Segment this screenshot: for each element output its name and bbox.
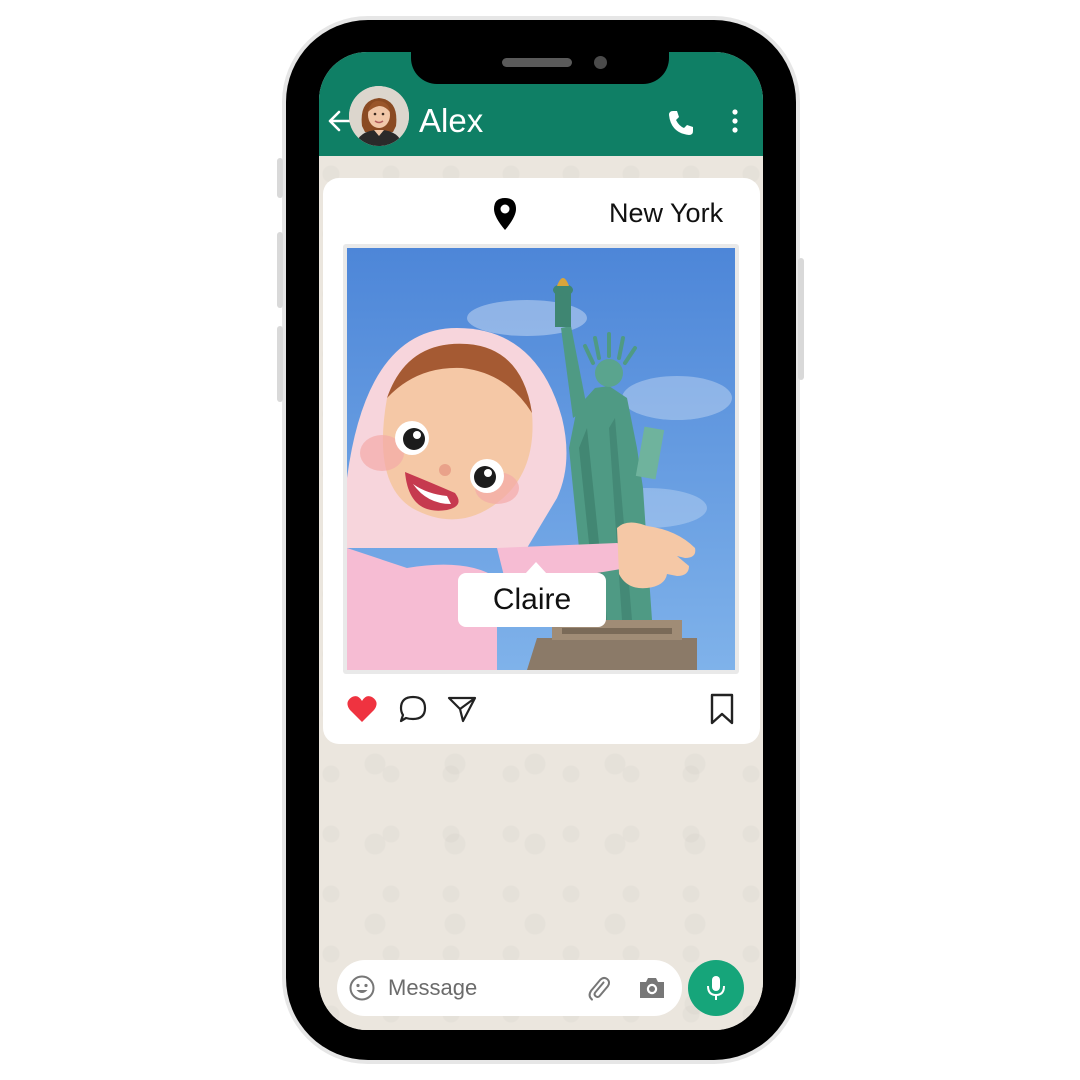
front-camera	[594, 56, 607, 69]
mic-button[interactable]	[688, 960, 744, 1016]
volume-up-button	[277, 232, 283, 308]
volume-down-button	[277, 326, 283, 402]
location-label[interactable]: New York	[609, 196, 723, 230]
attach-icon[interactable]	[584, 974, 612, 1002]
camera-icon[interactable]	[637, 974, 667, 1002]
notch	[411, 20, 669, 84]
share-icon[interactable]	[446, 694, 478, 724]
heart-icon[interactable]	[346, 694, 378, 724]
location-pin-icon	[494, 198, 516, 230]
mute-switch	[277, 158, 283, 198]
emoji-icon[interactable]	[348, 974, 376, 1002]
bookmark-icon[interactable]	[708, 692, 736, 726]
avatar[interactable]	[349, 86, 409, 146]
more-vert-icon[interactable]	[728, 108, 742, 136]
message-input[interactable]	[388, 972, 568, 1004]
comment-icon[interactable]	[398, 694, 428, 724]
person-tag[interactable]: Claire	[458, 573, 606, 627]
contact-name[interactable]: Alex	[419, 101, 483, 141]
person-tag-label: Claire	[492, 583, 572, 616]
earpiece-speaker	[502, 58, 572, 67]
phone-icon[interactable]	[666, 108, 696, 138]
power-button	[798, 258, 804, 380]
mic-icon	[707, 976, 725, 1000]
